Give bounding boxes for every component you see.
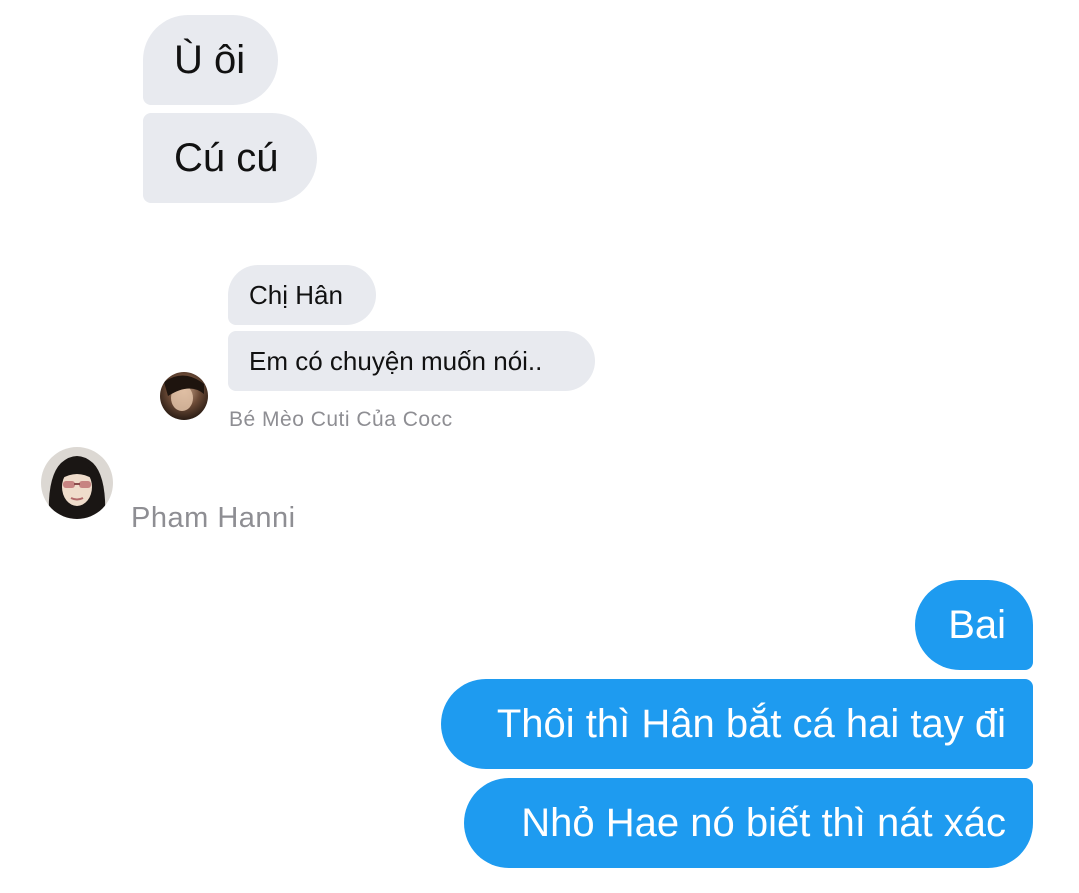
message-text: Nhỏ Hae nó biết thì nát xác xyxy=(521,800,1006,845)
message-text: Chị Hân xyxy=(249,279,343,310)
message-text: Cú cú xyxy=(174,135,279,180)
message-bubble-outgoing[interactable]: Bai xyxy=(915,580,1033,670)
message-bubble-outgoing[interactable]: Thôi thì Hân bắt cá hai tay đi xyxy=(441,679,1033,769)
profile-photo-icon xyxy=(160,372,208,420)
profile-photo-icon xyxy=(41,447,113,519)
nested-sender-name: Bé Mèo Cuti Của Cocc xyxy=(229,408,453,431)
message-bubble-incoming[interactable]: Chị Hân xyxy=(228,265,376,325)
message-text: Bai xyxy=(948,602,1006,647)
message-bubble-incoming[interactable]: Em có chuyện muốn nói.. xyxy=(228,331,595,391)
nested-sender-avatar[interactable] xyxy=(160,372,208,420)
sender-avatar[interactable] xyxy=(41,447,113,519)
message-bubble-outgoing[interactable]: Nhỏ Hae nó biết thì nát xác xyxy=(464,778,1033,868)
message-text: Em có chuyện muốn nói.. xyxy=(249,345,543,376)
message-bubble-incoming[interactable]: Ù ôi xyxy=(143,15,278,105)
message-text: Ù ôi xyxy=(174,37,246,82)
message-bubble-incoming[interactable]: Cú cú xyxy=(143,113,317,203)
message-text: Thôi thì Hân bắt cá hai tay đi xyxy=(496,701,1006,746)
sender-name: Pham Hanni xyxy=(131,502,296,534)
